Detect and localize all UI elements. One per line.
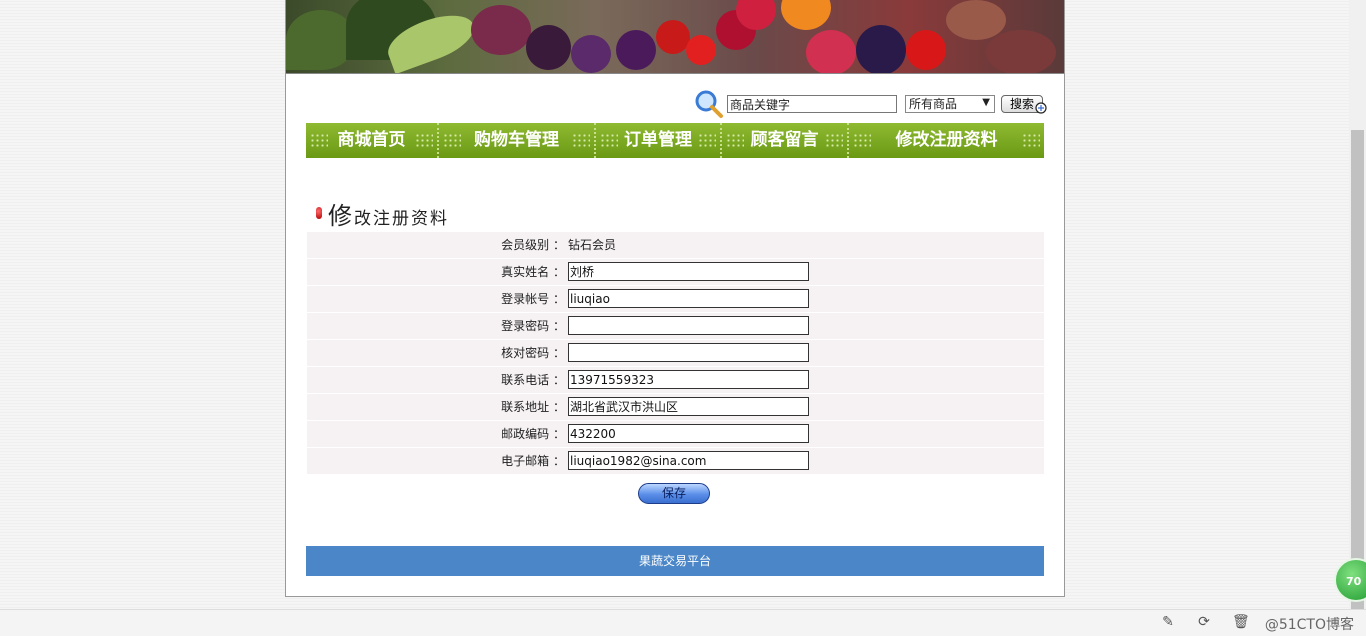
form-row-level: 会员级别 ： 钻石会员	[307, 232, 1044, 259]
field-label: 登录帐号 ：	[501, 292, 565, 306]
field-label: 真实姓名 ：	[501, 265, 565, 279]
field-label: 电子邮箱 ：	[501, 454, 565, 468]
hand-cursor-icon	[1035, 102, 1047, 114]
scrollbar-thumb[interactable]	[1351, 130, 1364, 610]
main-nav: 商城首页 购物车管理 订单管理 顾客留言 修改注册资料	[306, 123, 1044, 158]
form-row-password: 登录密码 ：	[307, 313, 1044, 340]
member-level-value: 钻石会员	[568, 238, 617, 252]
red-bullet-icon	[316, 207, 322, 219]
category-selected: 所有商品	[909, 97, 958, 111]
field-label: 登录密码 ：	[501, 319, 565, 333]
form-row-phone: 联系电话 ：	[307, 367, 1044, 394]
page-title: 修改注册资料	[328, 202, 449, 230]
field-label: 联系地址 ：	[501, 400, 565, 414]
email-input[interactable]	[568, 451, 809, 470]
refresh-icon[interactable]: ⟳	[1196, 614, 1212, 630]
search-bar: 所有商品 ▼ 搜索	[694, 89, 1054, 118]
password-input[interactable]	[568, 316, 809, 335]
watermark-text: @51CTO博客	[1264, 617, 1354, 633]
form-row-zip: 邮政编码 ：	[307, 421, 1044, 448]
vertical-scrollbar[interactable]	[1349, 0, 1366, 610]
banner-image	[286, 0, 1064, 74]
zipcode-input[interactable]	[568, 424, 809, 443]
pin-icon[interactable]: ✎	[1160, 614, 1176, 630]
nav-item-cart[interactable]: 购物车管理	[439, 123, 596, 158]
dropdown-arrow-icon: ▼	[982, 97, 990, 108]
account-input[interactable]	[568, 289, 809, 308]
field-label: 核对密码 ：	[501, 346, 565, 360]
form-row-email: 电子邮箱 ：	[307, 448, 1044, 475]
floating-badge[interactable]: 70	[1334, 558, 1366, 602]
trash-icon[interactable]: 🗑	[1232, 614, 1250, 630]
nav-item-messages[interactable]: 顾客留言	[722, 123, 849, 158]
page-container: 所有商品 ▼ 搜索 商城首页 购物车管理 订单管理 顾客留言 修改注册资料 修改…	[285, 0, 1065, 597]
footer-text: 果蔬交易平台	[638, 554, 711, 568]
profile-form: 会员级别 ： 钻石会员 真实姓名 ： 登录帐号 ： 登录密码 ： 核对密码 ： …	[307, 232, 1044, 475]
form-row-address: 联系地址 ：	[307, 394, 1044, 421]
nav-item-edit-profile[interactable]: 修改注册资料	[849, 123, 1044, 158]
form-row-confirm-password: 核对密码 ：	[307, 340, 1044, 367]
footer-bar: 果蔬交易平台	[306, 546, 1044, 576]
realname-input[interactable]	[568, 262, 809, 281]
address-input[interactable]	[568, 397, 809, 416]
save-button[interactable]: 保存	[638, 483, 710, 504]
field-label: 联系电话 ：	[501, 373, 565, 387]
field-label: 会员级别 ：	[501, 238, 565, 252]
form-row-realname: 真实姓名 ：	[307, 259, 1044, 286]
nav-item-orders[interactable]: 订单管理	[596, 123, 722, 158]
form-row-account: 登录帐号 ：	[307, 286, 1044, 313]
field-label: 邮政编码 ：	[501, 427, 565, 441]
keyword-input[interactable]	[727, 95, 897, 113]
confirm-password-input[interactable]	[568, 343, 809, 362]
nav-item-home[interactable]: 商城首页	[306, 123, 439, 158]
category-select[interactable]: 所有商品 ▼	[905, 95, 995, 113]
magnifier-icon	[695, 90, 723, 118]
phone-input[interactable]	[568, 370, 809, 389]
bottom-toolbar: ✎ ⟳ 🗑 @51CTO博客	[0, 609, 1366, 636]
